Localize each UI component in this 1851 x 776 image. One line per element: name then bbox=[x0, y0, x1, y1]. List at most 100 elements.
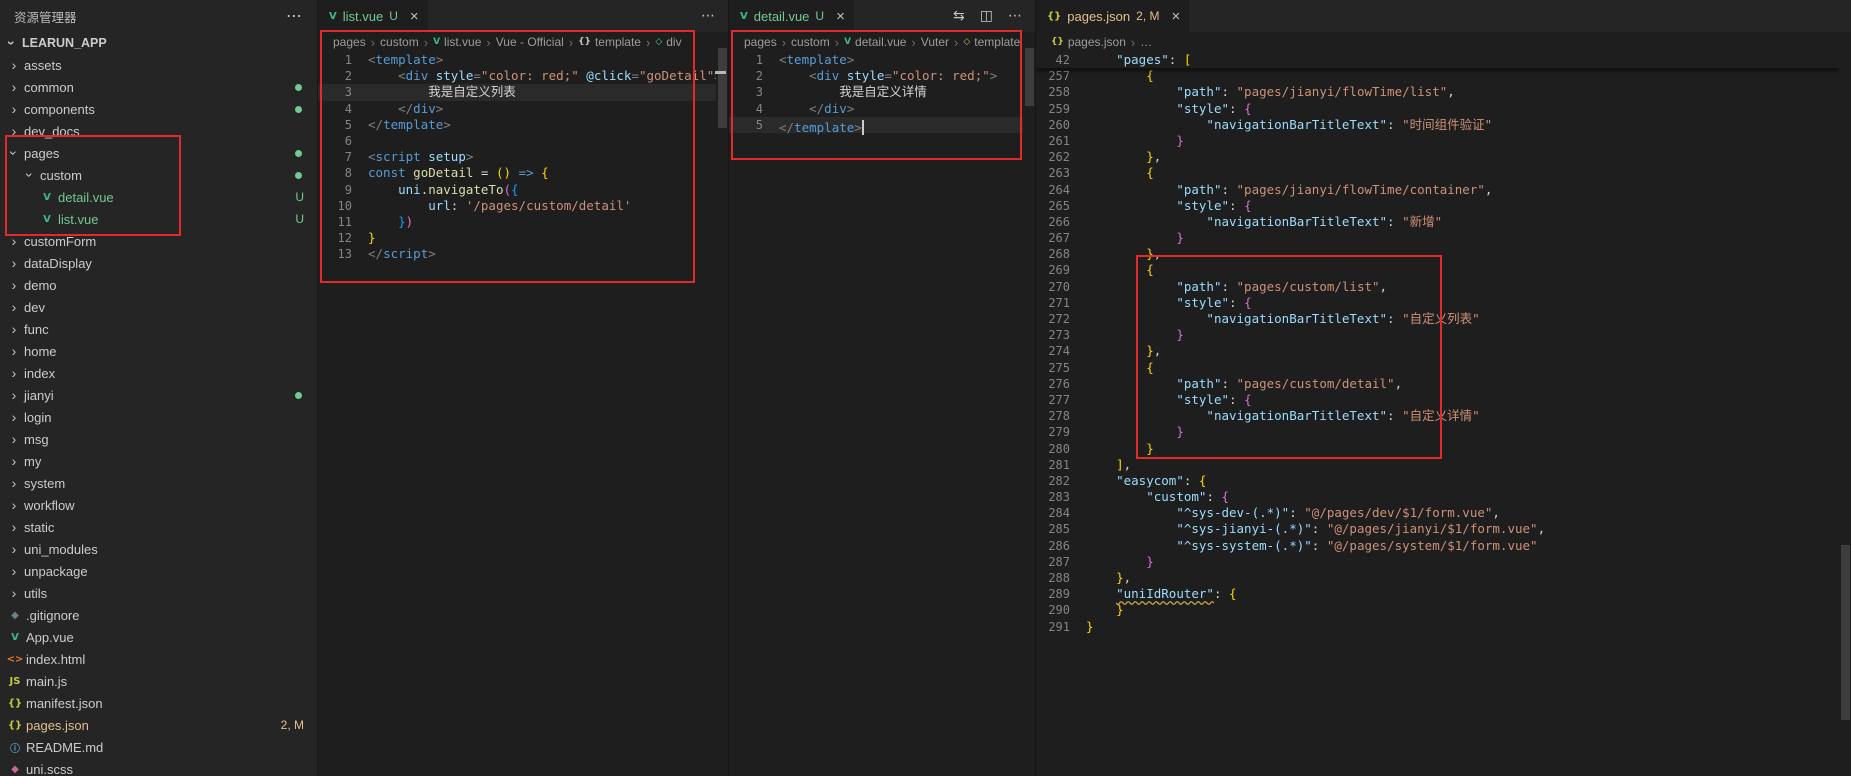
tree-item-assets[interactable]: ›assets bbox=[0, 54, 317, 76]
code-line-12[interactable]: 12} bbox=[318, 230, 716, 246]
more-actions-icon[interactable]: ⋯ bbox=[1008, 8, 1022, 24]
code-line-4[interactable]: 4 </div> bbox=[729, 101, 1023, 117]
code-line-259[interactable]: 259 "style": { bbox=[1036, 101, 1839, 117]
breadcrumb-item-pages[interactable]: pages bbox=[333, 35, 366, 49]
tree-item-components[interactable]: ›components bbox=[0, 98, 317, 120]
tree-item-README.md[interactable]: ⓘREADME.md bbox=[0, 736, 317, 758]
code-line-5[interactable]: 5</template> bbox=[318, 117, 716, 133]
tree-item-login[interactable]: ›login bbox=[0, 406, 317, 428]
code-line-284[interactable]: 284 "^sys-dev-(.*)": "@/pages/dev/$1/for… bbox=[1036, 505, 1839, 521]
tab-pages.json[interactable]: {}pages.json2, M× bbox=[1036, 0, 1189, 32]
tree-item-dataDisplay[interactable]: ›dataDisplay bbox=[0, 252, 317, 274]
code-line-3[interactable]: 3 我是自定义详情 bbox=[729, 84, 1023, 100]
breadcrumb-item-…[interactable]: … bbox=[1140, 35, 1152, 49]
code-line-1[interactable]: 1<template> bbox=[729, 52, 1023, 68]
code-line-11[interactable]: 11 }) bbox=[318, 214, 716, 230]
open-changes-icon[interactable]: ⇆ bbox=[953, 8, 965, 24]
tree-item-pages.json[interactable]: {}pages.json2, M bbox=[0, 714, 317, 736]
breadcrumb-item-template[interactable]: {}template bbox=[578, 35, 641, 49]
close-icon[interactable]: × bbox=[1171, 8, 1180, 25]
scrollbar-slider[interactable] bbox=[1025, 48, 1034, 106]
tree-item-main.js[interactable]: JSmain.js bbox=[0, 670, 317, 692]
tree-item-uni.scss[interactable]: ◆uni.scss bbox=[0, 758, 317, 776]
code-line-273[interactable]: 273 } bbox=[1036, 327, 1839, 343]
more-actions-icon[interactable]: ⋯ bbox=[701, 8, 715, 24]
code-line-277[interactable]: 277 "style": { bbox=[1036, 392, 1839, 408]
code-line-263[interactable]: 263 { bbox=[1036, 165, 1839, 181]
code-line-4[interactable]: 4 </div> bbox=[318, 101, 716, 117]
sticky-scroll-line[interactable]: 42 "pages": [ bbox=[1036, 52, 1839, 68]
code-line-270[interactable]: 270 "path": "pages/custom/list", bbox=[1036, 279, 1839, 295]
code-line-279[interactable]: 279 } bbox=[1036, 424, 1839, 440]
tree-item-home[interactable]: ›home bbox=[0, 340, 317, 362]
code-line-264[interactable]: 264 "path": "pages/jianyi/flowTime/conta… bbox=[1036, 182, 1839, 198]
code-line-1[interactable]: 1<template> bbox=[318, 52, 716, 68]
code-line-271[interactable]: 271 "style": { bbox=[1036, 295, 1839, 311]
code-editor[interactable]: 42 "pages": [257 {258 "path": "pages/jia… bbox=[1036, 52, 1839, 776]
code-line-290[interactable]: 290 } bbox=[1036, 602, 1839, 618]
code-line-280[interactable]: 280 } bbox=[1036, 441, 1839, 457]
tree-item-manifest.json[interactable]: {}manifest.json bbox=[0, 692, 317, 714]
code-line-281[interactable]: 281 ], bbox=[1036, 457, 1839, 473]
tree-item-system[interactable]: ›system bbox=[0, 472, 317, 494]
tree-item-msg[interactable]: ›msg bbox=[0, 428, 317, 450]
split-editor-icon[interactable]: ◫ bbox=[980, 8, 993, 24]
code-editor[interactable]: 1<template>2 <div style="color: red;">3 … bbox=[729, 52, 1023, 776]
tree-item-list.vue[interactable]: Vlist.vueU bbox=[0, 208, 317, 230]
code-line-5[interactable]: 5</template> bbox=[729, 117, 1023, 133]
code-line-274[interactable]: 274 }, bbox=[1036, 343, 1839, 359]
breadcrumb-item-template[interactable]: ◇template bbox=[963, 35, 1020, 49]
code-line-8[interactable]: 8const goDetail = () => { bbox=[318, 165, 716, 181]
code-line-269[interactable]: 269 { bbox=[1036, 262, 1839, 278]
tree-item-func[interactable]: ›func bbox=[0, 318, 317, 340]
tree-item-static[interactable]: ›static bbox=[0, 516, 317, 538]
breadcrumb-item-Vuter[interactable]: Vuter bbox=[921, 35, 949, 49]
code-line-6[interactable]: 6 bbox=[318, 133, 716, 149]
tree-item-my[interactable]: ›my bbox=[0, 450, 317, 472]
tree-item-dev[interactable]: ›dev bbox=[0, 296, 317, 318]
code-line-9[interactable]: 9 uni.navigateTo({ bbox=[318, 182, 716, 198]
close-icon[interactable]: × bbox=[836, 8, 845, 25]
breadcrumb-item-custom[interactable]: custom bbox=[380, 35, 419, 49]
tree-item-dev_docs[interactable]: ›dev_docs bbox=[0, 120, 317, 142]
breadcrumb-item-pages[interactable]: pages bbox=[744, 35, 777, 49]
code-line-288[interactable]: 288 }, bbox=[1036, 570, 1839, 586]
breadcrumb-item-div[interactable]: ◇div bbox=[655, 35, 681, 49]
code-line-257[interactable]: 257 { bbox=[1036, 68, 1839, 84]
breadcrumb-item-custom[interactable]: custom bbox=[791, 35, 830, 49]
code-line-291[interactable]: 291} bbox=[1036, 619, 1839, 635]
breadcrumb-item-detail.vue[interactable]: Vdetail.vue bbox=[844, 35, 906, 49]
tree-item-detail.vue[interactable]: Vdetail.vueU bbox=[0, 186, 317, 208]
explorer-more-actions-icon[interactable]: ⋯ bbox=[286, 6, 303, 26]
tree-item-uni_modules[interactable]: ›uni_modules bbox=[0, 538, 317, 560]
code-line-268[interactable]: 268 }, bbox=[1036, 246, 1839, 262]
code-editor[interactable]: 1<template>2 <div style="color: red;" @c… bbox=[318, 52, 716, 776]
code-line-267[interactable]: 267 } bbox=[1036, 230, 1839, 246]
tree-item-demo[interactable]: ›demo bbox=[0, 274, 317, 296]
code-line-289[interactable]: 289 "uniIdRouter": { bbox=[1036, 586, 1839, 602]
code-line-283[interactable]: 283 "custom": { bbox=[1036, 489, 1839, 505]
code-line-266[interactable]: 266 "navigationBarTitleText": "新增" bbox=[1036, 214, 1839, 230]
tree-item-index.html[interactable]: <>index.html bbox=[0, 648, 317, 670]
tree-item-unpackage[interactable]: ›unpackage bbox=[0, 560, 317, 582]
breadcrumb-item-list.vue[interactable]: Vlist.vue bbox=[433, 35, 481, 49]
tab-detail.vue[interactable]: Vdetail.vueU× bbox=[729, 0, 854, 32]
tree-item-customForm[interactable]: ›customForm bbox=[0, 230, 317, 252]
code-line-7[interactable]: 7<script setup> bbox=[318, 149, 716, 165]
code-line-286[interactable]: 286 "^sys-system-(.*)": "@/pages/system/… bbox=[1036, 538, 1839, 554]
tree-item-common[interactable]: ›common bbox=[0, 76, 317, 98]
code-line-2[interactable]: 2 <div style="color: red;"> bbox=[729, 68, 1023, 84]
code-line-260[interactable]: 260 "navigationBarTitleText": "时间组件验证" bbox=[1036, 117, 1839, 133]
breadcrumb-item-Vue - Official[interactable]: Vue - Official bbox=[496, 35, 564, 49]
tree-item-index[interactable]: ›index bbox=[0, 362, 317, 384]
close-icon[interactable]: × bbox=[410, 8, 419, 25]
code-line-282[interactable]: 282 "easycom": { bbox=[1036, 473, 1839, 489]
code-line-276[interactable]: 276 "path": "pages/custom/detail", bbox=[1036, 376, 1839, 392]
code-line-13[interactable]: 13</script> bbox=[318, 246, 716, 262]
code-line-265[interactable]: 265 "style": { bbox=[1036, 198, 1839, 214]
tree-root-folder[interactable]: › LEARUN_APP bbox=[0, 32, 317, 54]
breadcrumb-item-pages.json[interactable]: {}pages.json bbox=[1051, 35, 1126, 49]
tree-item-utils[interactable]: ›utils bbox=[0, 582, 317, 604]
scrollbar-slider[interactable] bbox=[718, 48, 727, 128]
code-line-278[interactable]: 278 "navigationBarTitleText": "自定义详情" bbox=[1036, 408, 1839, 424]
